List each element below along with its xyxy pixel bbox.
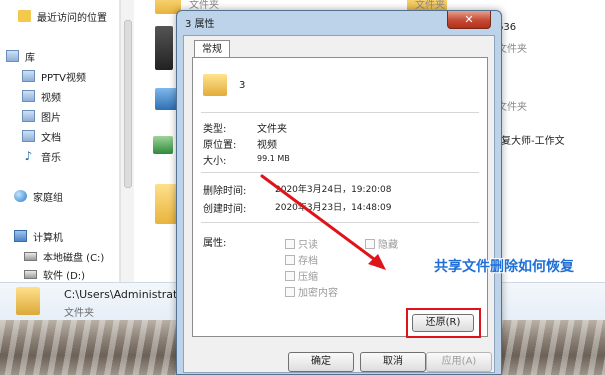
size-label: 大小: xyxy=(203,156,227,167)
checkbox-box xyxy=(285,270,295,281)
nav-item-label: 库 xyxy=(25,52,35,64)
navigation-pane: 最近访问的位置 库 PPTV视频 视频 图片 文档 ♪ 音乐 家庭组 计算机 本… xyxy=(0,0,120,282)
checkbox-box xyxy=(285,254,295,265)
nav-item-documents[interactable]: 文档 xyxy=(22,126,61,146)
item-name[interactable]: 恢复大师-工作文 xyxy=(491,132,565,147)
folder-thumbnail-icon[interactable] xyxy=(155,184,177,224)
hidden-checkbox[interactable]: 隐藏 xyxy=(365,236,398,251)
checkbox-label: 存档 xyxy=(298,256,318,267)
nav-item-videos[interactable]: 视频 xyxy=(22,86,61,106)
divider xyxy=(201,222,479,223)
restore-button[interactable]: 还原(R) xyxy=(412,314,474,332)
encrypt-checkbox[interactable]: 加密内容 xyxy=(285,284,338,299)
drive-icon xyxy=(24,269,37,279)
type-value: 文件夹 xyxy=(257,124,287,135)
video-library-icon xyxy=(22,70,35,82)
video-library-icon xyxy=(22,90,35,102)
recent-places-icon xyxy=(18,10,31,22)
nav-item-pptv[interactable]: PPTV视频 xyxy=(22,66,86,86)
close-button[interactable]: ✕ xyxy=(447,11,491,29)
nav-item-label: 音乐 xyxy=(41,152,61,164)
folder-thumbnail-icon[interactable] xyxy=(155,26,173,70)
checkbox-label: 隐藏 xyxy=(378,240,398,251)
checkbox-label: 压缩 xyxy=(298,272,318,283)
annotation-caption: 共享文件删除如何恢复 xyxy=(434,259,574,275)
details-type: 文件夹 xyxy=(64,308,94,319)
deleted-value: 2020年3月24日，19:20:08 xyxy=(275,185,392,195)
drive-icon xyxy=(24,251,37,261)
dialog-title: 3 属性 xyxy=(185,19,215,30)
nav-item-software-drive[interactable]: 软件 (D:) xyxy=(24,264,85,284)
nav-item-label: PPTV视频 xyxy=(41,72,87,84)
app-icon[interactable] xyxy=(155,88,177,110)
dialog-body: 常规 3 类型: 文件夹 原位置: 视频 大小: 99.1 MB 删除时间: 2… xyxy=(183,35,495,373)
compress-checkbox[interactable]: 压缩 xyxy=(285,268,318,283)
location-value: 视频 xyxy=(257,140,277,151)
tab-general[interactable]: 常规 xyxy=(194,40,230,58)
scrollbar-thumb[interactable] xyxy=(124,20,132,188)
homegroup-icon xyxy=(14,190,27,202)
nav-item-local-disk[interactable]: 本地磁盘 (C:) xyxy=(24,246,104,266)
excel-icon[interactable] xyxy=(153,136,173,154)
nav-item-label: 最近访问的位置 xyxy=(37,12,107,24)
properties-dialog: 3 属性 ✕ 常规 3 类型: 文件夹 原位置: 视频 大小: 99.1 MB … xyxy=(176,10,502,375)
attributes-label: 属性: xyxy=(203,238,227,249)
archive-checkbox[interactable]: 存档 xyxy=(285,252,318,267)
checkbox-box xyxy=(285,286,295,297)
cancel-button[interactable]: 取消 xyxy=(360,352,426,372)
folder-name: 3 xyxy=(239,80,246,91)
checkbox-label: 加密内容 xyxy=(298,288,338,299)
nav-item-label: 图片 xyxy=(41,112,61,124)
readonly-checkbox[interactable]: 只读 xyxy=(285,236,318,251)
created-value: 2020年3月23日，14:48:09 xyxy=(275,203,392,213)
checkbox-label: 只读 xyxy=(298,240,318,251)
nav-item-label: 文档 xyxy=(41,132,61,144)
general-tab-panel: 3 类型: 文件夹 原位置: 视频 大小: 99.1 MB 删除时间: 2020… xyxy=(192,57,488,337)
type-label: 类型: xyxy=(203,124,227,135)
details-path: C:\Users\Administrat xyxy=(64,288,178,301)
checkbox-box xyxy=(285,238,295,249)
nav-item-computer[interactable]: 计算机 xyxy=(14,226,63,246)
nav-item-label: 家庭组 xyxy=(33,192,63,204)
divider xyxy=(201,112,479,113)
nav-item-label: 计算机 xyxy=(33,232,63,244)
nav-item-homegroup[interactable]: 家庭组 xyxy=(14,186,63,206)
created-label: 创建时间: xyxy=(203,204,247,215)
nav-item-label: 软件 (D:) xyxy=(43,270,86,282)
folder-icon xyxy=(16,287,40,315)
apply-button[interactable]: 应用(A) xyxy=(426,352,492,372)
nav-scrollbar[interactable] xyxy=(120,0,134,282)
document-library-icon xyxy=(22,130,35,142)
nav-item-label: 视频 xyxy=(41,92,61,104)
library-icon xyxy=(6,50,19,62)
nav-item-music[interactable]: ♪ 音乐 xyxy=(22,146,61,166)
nav-item-library[interactable]: 库 xyxy=(6,46,35,66)
folder-icon xyxy=(203,74,227,96)
deleted-label: 删除时间: xyxy=(203,186,247,197)
picture-library-icon xyxy=(22,110,35,122)
nav-item-pictures[interactable]: 图片 xyxy=(22,106,61,126)
computer-icon xyxy=(14,230,27,242)
location-label: 原位置: xyxy=(203,140,237,151)
nav-item-label: 本地磁盘 (C:) xyxy=(43,252,105,264)
ok-button[interactable]: 确定 xyxy=(288,352,354,372)
nav-item-recent[interactable]: 最近访问的位置 xyxy=(18,6,107,26)
checkbox-box xyxy=(365,238,375,249)
divider xyxy=(201,172,479,173)
music-note-icon: ♪ xyxy=(24,149,33,163)
size-value: 99.1 MB xyxy=(257,154,290,163)
